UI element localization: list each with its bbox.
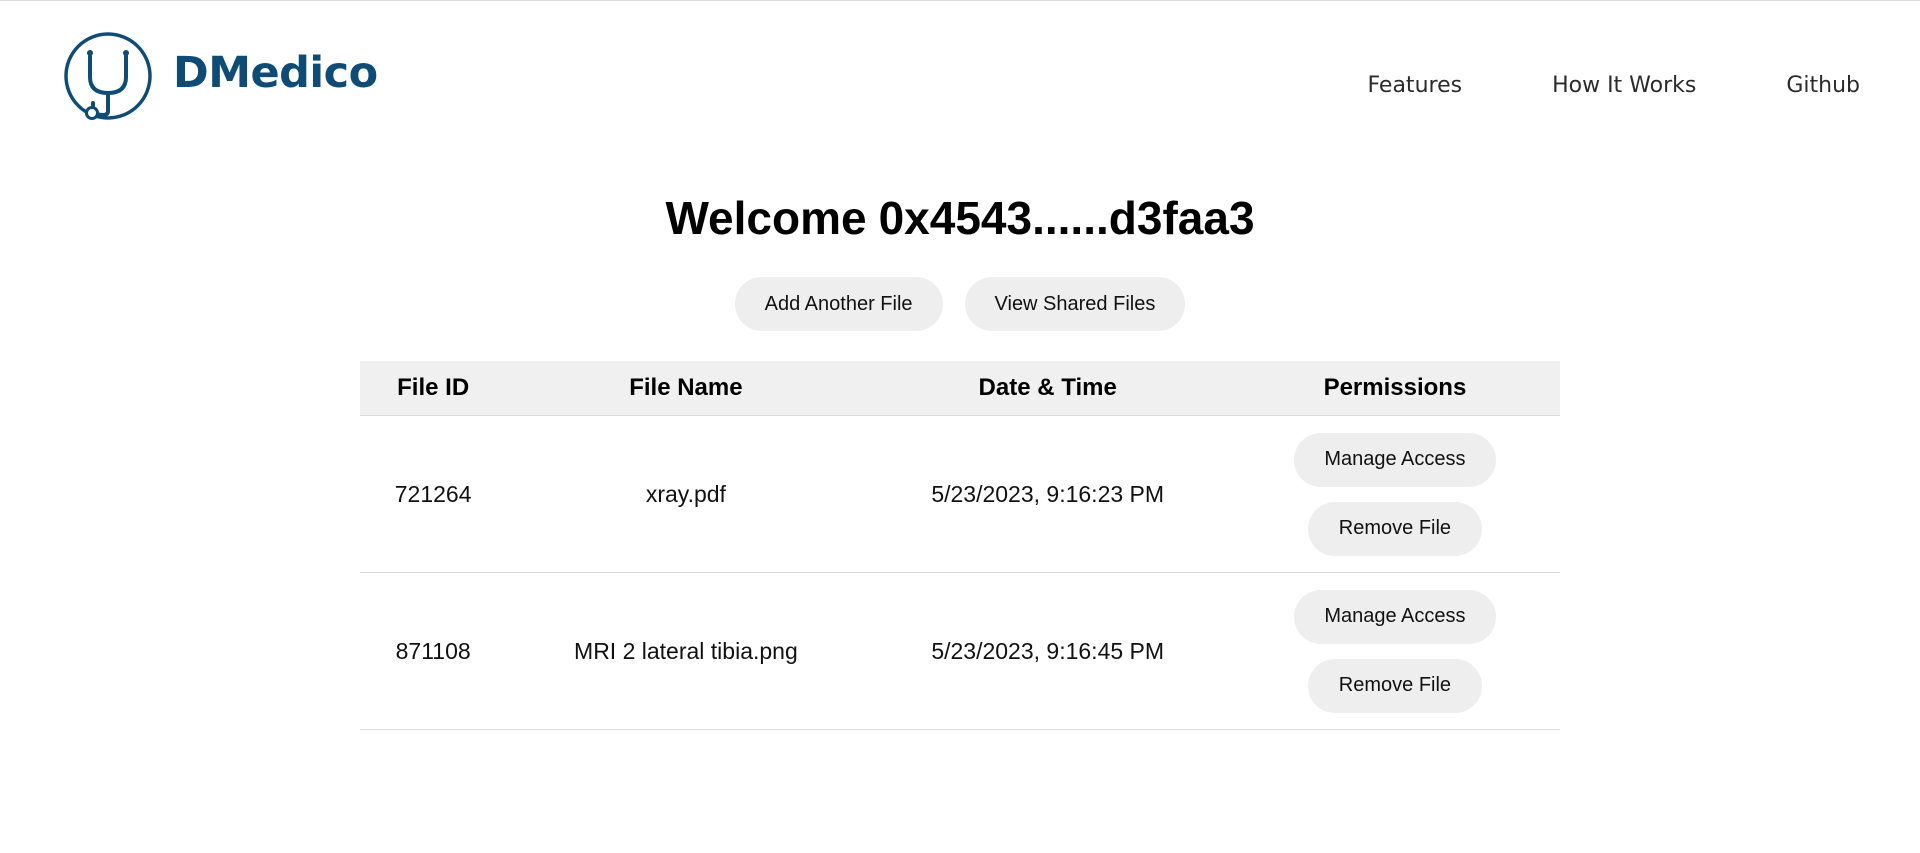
permission-actions: Manage Access Remove File xyxy=(1231,589,1559,713)
stethoscope-icon xyxy=(64,32,152,120)
top-nav: Features How It Works Github xyxy=(1367,73,1860,98)
cell-permissions: Manage Access Remove File xyxy=(1229,415,1560,573)
cell-date-time: 5/23/2023, 9:16:23 PM xyxy=(865,415,1230,573)
page: DMedico Features How It Works Github Wel… xyxy=(0,0,1920,853)
action-bar: Add Another File View Shared Files xyxy=(0,277,1920,331)
cell-date-time: 5/23/2023, 9:16:45 PM xyxy=(865,572,1230,730)
header-file-id: File ID xyxy=(360,361,507,416)
cell-file-name: xray.pdf xyxy=(506,415,866,573)
nav-link-features[interactable]: Features xyxy=(1367,73,1462,98)
files-table: File ID File Name Date & Time Permission… xyxy=(360,361,1560,730)
nav-link-how-it-works[interactable]: How It Works xyxy=(1552,73,1696,98)
table-header-row: File ID File Name Date & Time Permission… xyxy=(360,361,1560,416)
table-row: 721264 xray.pdf 5/23/2023, 9:16:23 PM Ma… xyxy=(360,415,1560,573)
nav-link-github[interactable]: Github xyxy=(1786,73,1860,98)
manage-access-button[interactable]: Manage Access xyxy=(1294,432,1496,487)
welcome-text: Welcome xyxy=(665,192,867,244)
header-date-time: Date & Time xyxy=(865,361,1230,416)
brand-name: DMedico xyxy=(173,48,378,98)
table-body: 721264 xray.pdf 5/23/2023, 9:16:23 PM Ma… xyxy=(360,415,1560,730)
view-shared-files-button[interactable]: View Shared Files xyxy=(964,277,1186,331)
wallet-address: 0x4543......d3faa3 xyxy=(878,192,1255,244)
header-file-name: File Name xyxy=(506,361,866,416)
remove-file-button[interactable]: Remove File xyxy=(1307,501,1483,556)
table-row: 871108 MRI 2 lateral tibia.png 5/23/2023… xyxy=(360,572,1560,730)
header: DMedico Features How It Works Github xyxy=(0,1,1920,151)
brand-link[interactable]: DMedico xyxy=(63,31,378,121)
cell-file-id: 871108 xyxy=(360,572,507,730)
add-file-button[interactable]: Add Another File xyxy=(734,277,943,331)
welcome-heading: Welcome 0x4543......d3faa3 xyxy=(0,191,1920,245)
manage-access-button[interactable]: Manage Access xyxy=(1294,589,1496,644)
remove-file-button[interactable]: Remove File xyxy=(1307,658,1483,713)
cell-permissions: Manage Access Remove File xyxy=(1229,572,1560,730)
header-permissions: Permissions xyxy=(1229,361,1560,416)
cell-file-name: MRI 2 lateral tibia.png xyxy=(506,572,866,730)
permission-actions: Manage Access Remove File xyxy=(1231,432,1559,556)
table-header: File ID File Name Date & Time Permission… xyxy=(360,361,1560,416)
cell-file-id: 721264 xyxy=(360,415,507,573)
